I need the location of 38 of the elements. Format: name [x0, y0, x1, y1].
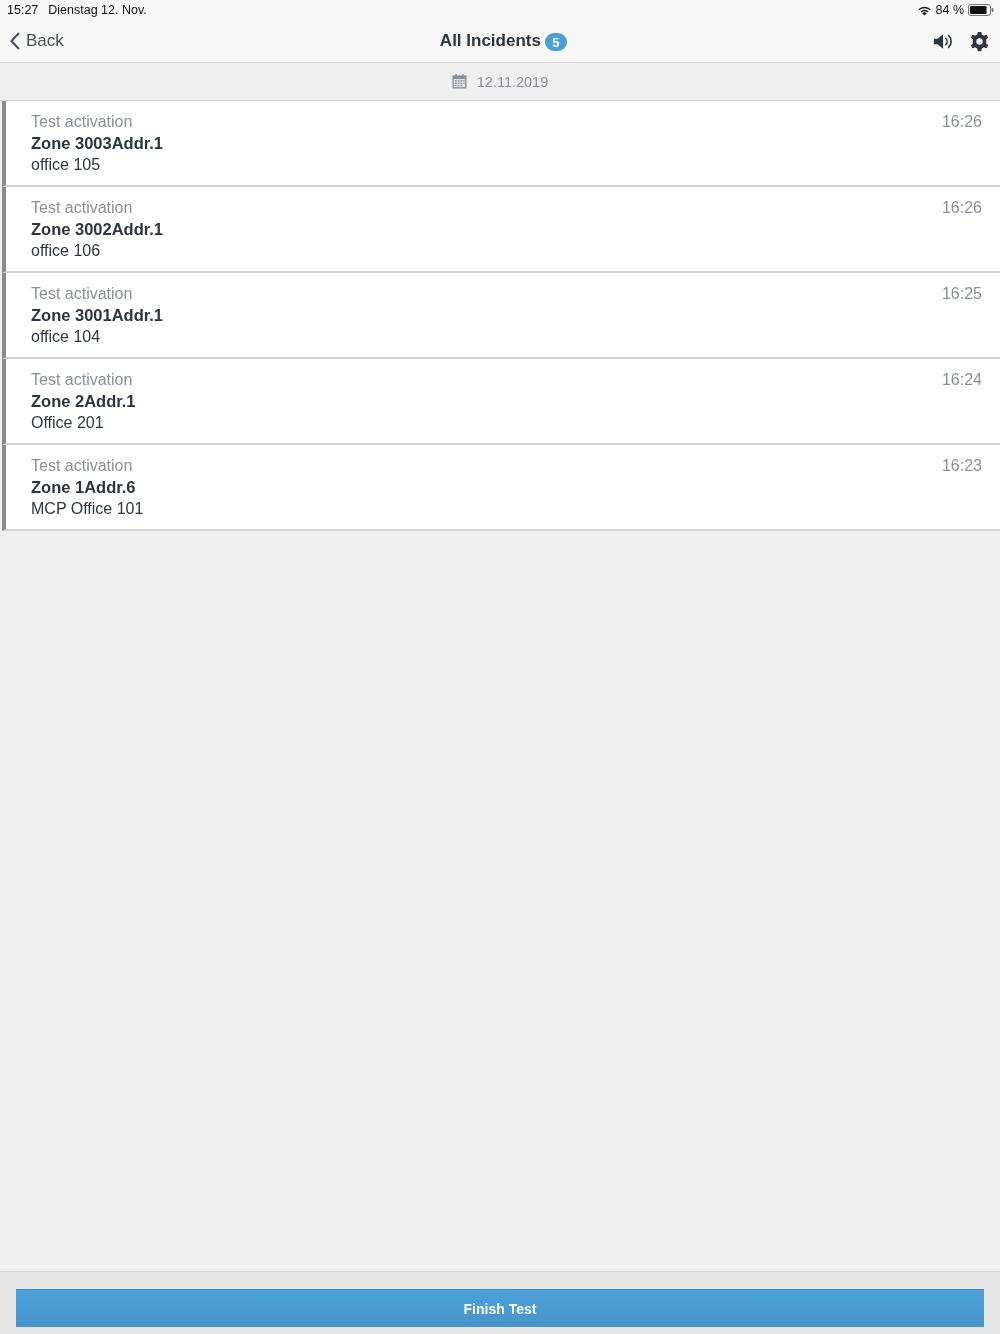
incident-type: Test activation	[31, 284, 134, 304]
battery-icon	[968, 4, 994, 16]
settings-button[interactable]	[969, 30, 990, 52]
chevron-left-icon	[10, 32, 20, 50]
incident-type: Test activation	[31, 112, 134, 132]
incident-zone: Zone 1Addr.6	[31, 476, 137, 498]
wifi-icon	[916, 4, 932, 16]
incident-type: Test activation	[31, 198, 134, 218]
incident-zone: Zone 3001Addr.1	[31, 304, 164, 326]
incident-location: MCP Office 101	[31, 499, 144, 519]
incident-zone: Zone 3003Addr.1	[31, 132, 164, 154]
back-button[interactable]: Back	[10, 31, 64, 51]
status-time: 15:27	[7, 3, 39, 17]
incident-location: Office 201	[31, 413, 105, 433]
incident-item[interactable]: Test activation Zone 3001Addr.1 office 104 16:25	[2, 273, 1000, 359]
calendar-icon	[451, 74, 467, 89]
page-title: All Incidents	[439, 31, 541, 51]
incident-time: 16:26	[941, 198, 982, 218]
incident-item[interactable]: Test activation Zone 2Addr.1 Office 201 16:24	[2, 359, 1000, 445]
incident-item[interactable]: Test activation Zone 3003Addr.1 office 105 16:26	[2, 101, 1000, 187]
battery-percentage: 84 %	[935, 3, 964, 17]
incident-time: 16:25	[941, 284, 982, 304]
incident-time: 16:23	[941, 456, 982, 476]
date-label: 12.11.2019	[476, 73, 549, 90]
incident-item[interactable]: Test activation Zone 3002Addr.1 office 106 16:26	[2, 187, 1000, 273]
incident-type: Test activation	[31, 370, 134, 390]
count-badge: 5	[544, 33, 567, 51]
incident-time: 16:24	[941, 370, 982, 390]
settings-icon	[969, 30, 990, 52]
incident-location: office 104	[31, 327, 102, 347]
incident-zone: Zone 2Addr.1	[31, 390, 136, 412]
status-date: Dienstag 12. Nov.	[48, 3, 147, 17]
incident-zone: Zone 3002Addr.1	[31, 218, 164, 240]
incident-location: office 106	[31, 241, 102, 261]
incident-type: Test activation	[31, 456, 134, 476]
incident-item[interactable]: Test activation Zone 1Addr.6 MCP Office 101 16:23	[2, 445, 1000, 531]
incident-time: 16:26	[941, 112, 982, 132]
incident-location: office 105	[31, 155, 102, 175]
